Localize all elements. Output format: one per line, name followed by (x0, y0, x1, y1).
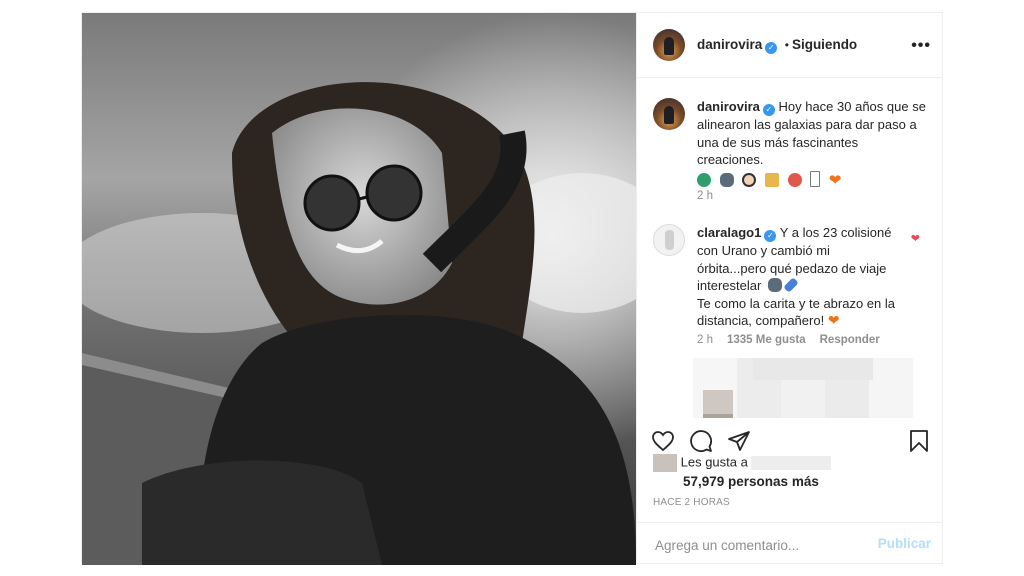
comment-time[interactable]: 2 h (697, 334, 713, 346)
reply-button[interactable]: Responder (820, 334, 880, 346)
author-avatar[interactable] (653, 29, 685, 61)
planet-emoji-icon (783, 277, 799, 293)
likes-count[interactable]: 57,979 personas más (683, 474, 933, 489)
comment-text-block: claralago1 ✓ Y a los 23 colisioné con Ura… (697, 224, 897, 330)
globe-emoji-icon (697, 172, 711, 187)
rocket-emoji-icon (764, 172, 779, 187)
bw-portrait-image (82, 13, 636, 565)
post-photo[interactable] (82, 13, 636, 565)
verified-icon: ✓ (765, 42, 778, 54)
caption-meta: 2 h (697, 190, 727, 202)
comment-meta: 2 h 1335 Me gusta Responder (697, 334, 894, 346)
caption: danirovira ✓ Hoy hace 30 años que se alin… (653, 98, 928, 208)
blurred-liker-name (751, 456, 832, 470)
caption-emojis: ❤ (697, 170, 927, 190)
more-options-icon[interactable]: ••• (911, 37, 931, 55)
comment-likes[interactable]: 1335 Me gusta (727, 334, 806, 346)
add-comment-bar: Publicar (637, 522, 943, 564)
verified-icon: ✓ (762, 104, 775, 116)
instagram-post: danirovira ✓ • Siguiendo ••• danirovira ✓ H… (81, 12, 943, 565)
post-side-panel: danirovira ✓ • Siguiendo ••• danirovira ✓ H… (636, 13, 943, 563)
caption-time[interactable]: 2 h (697, 190, 713, 202)
publish-button[interactable]: Publicar (878, 536, 931, 551)
caption-avatar[interactable] (653, 98, 685, 130)
ufo-emoji-icon (767, 278, 782, 292)
commenter-avatar[interactable] (653, 224, 685, 256)
post-header: danirovira ✓ • Siguiendo ••• (637, 13, 943, 78)
box-emoji-icon (810, 170, 821, 187)
author-username[interactable]: danirovira (697, 37, 762, 52)
header-text: danirovira ✓ • Siguiendo (697, 36, 857, 54)
commenter-username[interactable]: claralago1 (697, 225, 761, 240)
comment-input[interactable] (653, 534, 857, 556)
ufo-emoji-icon (719, 172, 734, 187)
likes-summary: Les gusta a 57,979 personas más (653, 454, 933, 489)
caption-username[interactable]: danirovira (697, 99, 760, 114)
following-button[interactable]: Siguiendo (792, 37, 857, 52)
comments-area: danirovira ✓ Hoy hace 30 años que se alin… (637, 78, 943, 418)
orange-heart-emoji-icon: ❤ (828, 171, 842, 189)
separator-dot: • (784, 38, 789, 52)
balloon-emoji-icon (787, 172, 802, 187)
woman-face-emoji-icon (742, 172, 757, 187)
comment-claralago1: claralago1 ✓ Y a los 23 colisioné con Ura… (653, 224, 928, 352)
orange-heart-emoji-icon: ❤ (827, 312, 840, 328)
liker-thumbnail[interactable] (653, 454, 677, 472)
comment-text-line2: Te como la carita y te abrazo en la dist… (697, 295, 895, 329)
verified-icon: ✓ (764, 230, 777, 242)
post-timestamp[interactable]: HACE 2 HORAS (653, 497, 730, 508)
likes-prefix: Les gusta a (680, 454, 748, 470)
comment-like-icon[interactable]: ❤ (911, 232, 920, 245)
pixelated-comment-area (693, 358, 913, 418)
caption-text-block: danirovira ✓ Hoy hace 30 años que se alin… (697, 98, 927, 189)
